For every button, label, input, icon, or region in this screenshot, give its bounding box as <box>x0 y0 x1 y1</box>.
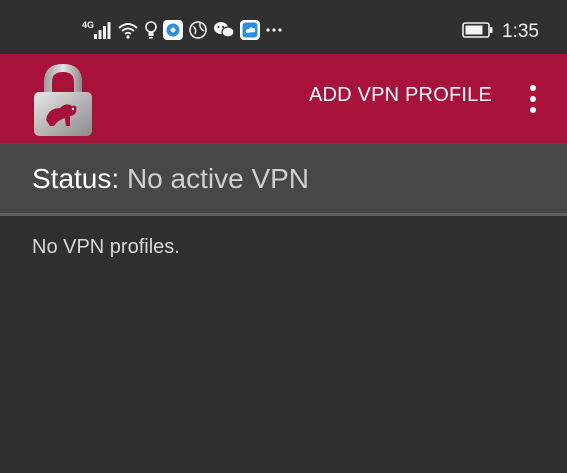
wifi-icon <box>117 20 139 44</box>
more-notifications-icon <box>265 20 283 44</box>
system-indicators: 1:35 <box>462 17 539 47</box>
more-vert-icon[interactable] <box>523 85 543 113</box>
app-blue-icon <box>163 20 183 44</box>
app-toolbar: ADD VPN PROFILE <box>0 54 567 143</box>
browser-icon <box>188 20 208 44</box>
wechat-icon <box>213 20 235 44</box>
add-vpn-profile-button[interactable]: ADD VPN PROFILE <box>309 84 492 107</box>
notification-icons: 4G <box>82 17 283 47</box>
vpn-status-panel: Status: No active VPN <box>0 143 567 216</box>
empty-profiles-message: No VPN profiles. <box>32 236 180 258</box>
battery-icon <box>462 21 494 43</box>
padlock-logo-icon <box>30 60 96 138</box>
cloud-app-icon <box>240 20 260 44</box>
status-label: Status: <box>32 163 120 194</box>
vpn-status: Status: No active VPN <box>32 163 309 195</box>
clock-time: 1:35 <box>502 21 539 42</box>
signal-icon: 4G <box>82 19 112 45</box>
network-type-label: 4G <box>82 20 94 30</box>
system-status-bar: 4G 1:35 <box>0 0 567 54</box>
status-value: No active VPN <box>126 163 310 194</box>
bulb-icon <box>144 20 158 44</box>
